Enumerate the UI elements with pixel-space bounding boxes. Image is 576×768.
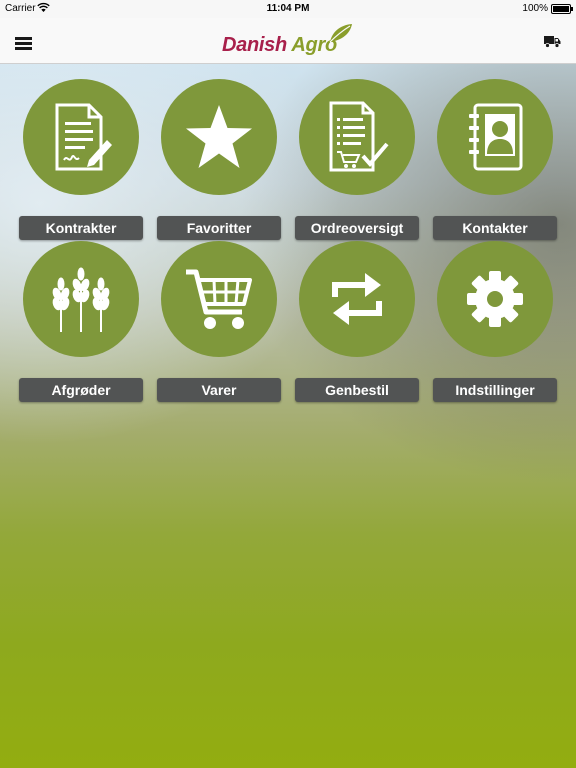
hamburger-menu-icon[interactable]	[15, 37, 32, 50]
main-dashboard: Kontrakter Favoritter Ordreoversigt Kont…	[0, 64, 576, 768]
tile-kontakter[interactable]: Kontakter	[433, 79, 557, 240]
gear-icon	[467, 271, 523, 327]
tile-afgroeder[interactable]: Afgrøder	[19, 241, 143, 402]
tile-kontrakter[interactable]: Kontrakter	[19, 79, 143, 240]
navigation-bar: Danish Agro	[0, 18, 576, 64]
contacts-book-icon	[469, 103, 523, 171]
danish-agro-logo: Danish Agro	[218, 22, 358, 62]
star-icon	[186, 105, 252, 168]
tile-label[interactable]: Genbestil	[295, 378, 419, 402]
tile-genbestil[interactable]: Genbestil	[295, 241, 419, 402]
tile-label[interactable]: Favoritter	[157, 216, 281, 240]
tile-favoritter[interactable]: Favoritter	[157, 79, 281, 240]
truck-icon[interactable]	[544, 35, 561, 48]
clock: 11:04 PM	[266, 3, 310, 14]
tile-label[interactable]: Varer	[157, 378, 281, 402]
tile-label[interactable]: Ordreoversigt	[295, 216, 419, 240]
tile-label[interactable]: Kontakter	[433, 216, 557, 240]
battery-icon	[551, 4, 573, 14]
tile-varer[interactable]: Varer	[157, 241, 281, 402]
tile-indstillinger[interactable]: Indstillinger	[433, 241, 557, 402]
order-overview-icon	[329, 101, 389, 172]
shopping-cart-icon	[186, 269, 252, 329]
tile-label[interactable]: Afgrøder	[19, 378, 143, 402]
wheat-icon	[52, 267, 110, 332]
logo-word-danish: Danish	[222, 34, 287, 56]
tile-ordreoversigt[interactable]: Ordreoversigt	[295, 79, 419, 240]
tile-label[interactable]: Indstillinger	[433, 378, 557, 402]
battery-percentage: 100%	[522, 3, 548, 14]
status-bar: Carrier 11:04 PM 100%	[0, 0, 576, 18]
contract-icon	[55, 103, 112, 171]
tile-label[interactable]: Kontrakter	[19, 216, 143, 240]
reorder-arrows-icon	[332, 273, 382, 325]
leaf-icon	[329, 24, 352, 43]
